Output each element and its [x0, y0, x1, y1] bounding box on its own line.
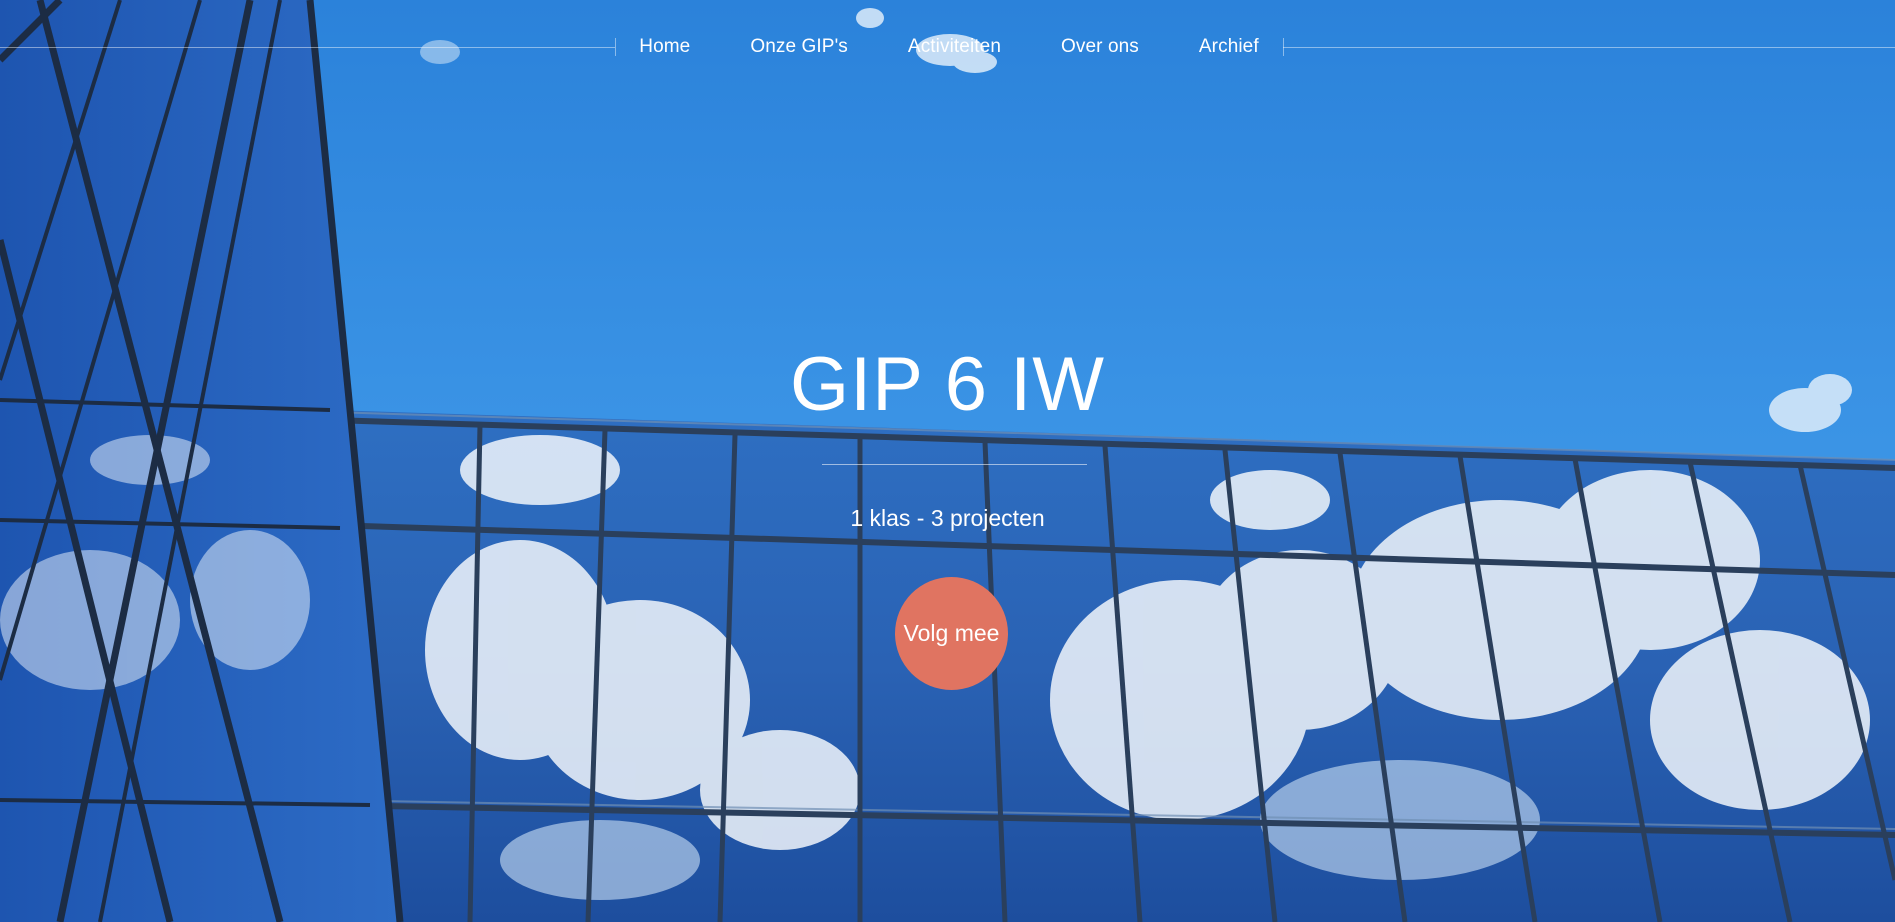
nav-rule-left: [0, 47, 615, 48]
main-nav: Home Onze GIP's Activiteiten Over ons Ar…: [615, 30, 1283, 64]
follow-button[interactable]: Volg mee: [895, 577, 1008, 690]
background-photo: [0, 0, 1895, 922]
hero-divider: [822, 464, 1087, 465]
nav-rule-right: [1283, 47, 1895, 48]
nav-item-archief[interactable]: Archief: [1169, 36, 1289, 58]
nav-item-onze-gips[interactable]: Onze GIP's: [720, 36, 878, 58]
nav-item-activiteiten[interactable]: Activiteiten: [878, 36, 1031, 58]
nav-item-home[interactable]: Home: [609, 36, 720, 58]
hero-title: GIP 6 IW: [790, 342, 1105, 427]
nav-item-over-ons[interactable]: Over ons: [1031, 36, 1169, 58]
hero-section: Home Onze GIP's Activiteiten Over ons Ar…: [0, 0, 1895, 922]
hero-subtitle: 1 klas - 3 projecten: [850, 505, 1045, 531]
